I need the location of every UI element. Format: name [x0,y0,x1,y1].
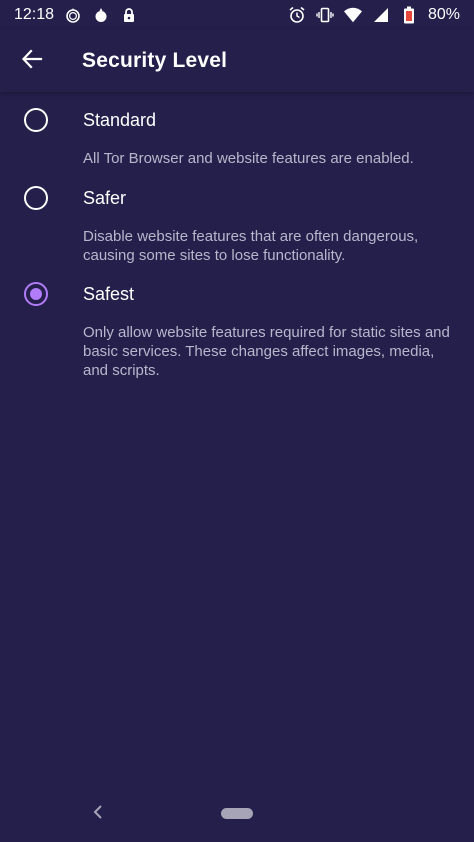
option-standard-label[interactable]: Standard [83,110,156,131]
tor-onion-filled-icon [92,6,110,24]
alarm-icon [288,6,306,24]
radio-selected-dot [30,288,42,300]
option-safest-label[interactable]: Safest [83,284,134,305]
signal-icon [372,6,390,24]
option-safer-label[interactable]: Safer [83,188,126,209]
status-time: 12:18 [14,6,55,23]
vibrate-icon [316,6,334,24]
option-standard[interactable]: Standard All Tor Browser and website fea… [0,96,474,176]
option-safest[interactable]: Safest Only allow website features requi… [0,272,474,392]
status-right: 80% [288,6,460,24]
radio-safer[interactable] [24,186,48,210]
option-safer-description: Disable website features that are often … [83,228,419,264]
lock-icon [120,6,138,24]
option-standard-description: All Tor Browser and website features are… [83,150,414,167]
security-level-options: Standard All Tor Browser and website fea… [0,96,474,392]
radio-standard[interactable] [24,108,48,132]
wifi-icon [343,6,362,24]
arrow-left-icon [21,48,43,75]
battery-percent: 80% [427,6,460,23]
status-left: 12:18 [14,6,138,24]
nav-back-chevron-icon[interactable] [86,800,110,824]
nav-home-pill-icon[interactable] [221,808,253,819]
system-nav-bar [0,786,474,842]
battery-icon [400,6,418,24]
tor-onion-icon [64,6,82,24]
back-button[interactable] [0,30,64,92]
page-title: Security Level [82,49,228,72]
radio-safest[interactable] [24,282,48,306]
option-safer[interactable]: Safer Disable website features that are … [0,176,474,272]
app-bar: Security Level [0,30,474,92]
option-safest-description: Only allow website features required for… [83,324,450,379]
status-bar: 12:18 80% [0,0,474,30]
